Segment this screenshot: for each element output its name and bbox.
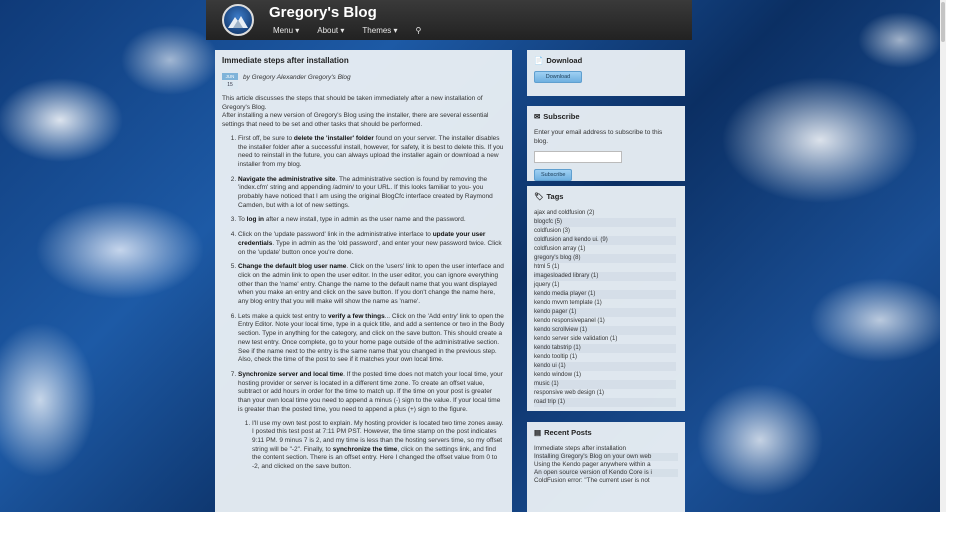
tag-item[interactable]: road trip (1) (534, 398, 676, 407)
tag-item[interactable]: kendo responsivepanel (1) (534, 317, 676, 326)
mountain-icon (228, 16, 248, 28)
post-meta: JUN 15 by Gregory Alexander Gregory's Bl… (222, 73, 505, 89)
step-text: Lets make a quick test entry to (238, 312, 328, 320)
sub-steps-list: I'll use my own test post to explain. My… (238, 420, 505, 472)
tag-list: ajax and coldfusion (2) blogcfc (5) cold… (534, 209, 678, 407)
date-month: JUN (222, 73, 238, 80)
nav-menu[interactable]: Menu ▾ (273, 26, 299, 35)
tag-item[interactable]: kendo window (1) (534, 371, 676, 380)
step-item: First off, be sure to delete the 'instal… (238, 135, 505, 170)
step-text: . Type in admin as the 'old password', a… (238, 239, 502, 256)
sub-step-item: I'll use my own test post to explain. My… (252, 420, 505, 472)
step-bold: delete the 'installer' folder (293, 134, 374, 142)
step-bold: synchronize the time (332, 445, 398, 453)
step-text: To (238, 216, 247, 224)
recent-post-link[interactable]: Using the Kendo pager anywhere within a (534, 461, 678, 469)
subscribe-title: ✉ Subscribe (534, 112, 678, 121)
recent-posts-title-text: Recent Posts (544, 428, 592, 437)
tag-item[interactable]: kendo tabstrip (1) (534, 344, 676, 353)
step-item: Navigate the administrative site. The ad… (238, 176, 505, 211)
scrollbar-thumb[interactable] (941, 2, 945, 42)
download-panel: 📄 Download Download (527, 50, 685, 96)
subscribe-button[interactable]: Subscribe (534, 169, 573, 182)
file-icon: 📄 (534, 56, 544, 65)
tag-item[interactable]: jquery (1) (534, 281, 676, 290)
tag-item[interactable]: kendo pager (1) (534, 308, 676, 317)
step-item: Lets make a quick test entry to verify a… (238, 313, 505, 365)
site-header: Gregory's Blog Menu ▾ About ▾ Themes ▾ ⚲ (206, 0, 692, 40)
download-title: 📄 Download (534, 56, 678, 65)
main-nav: Menu ▾ About ▾ Themes ▾ ⚲ (273, 26, 421, 35)
step-item: Synchronize server and local time. If th… (238, 371, 505, 472)
tag-item[interactable]: coldfusion array (1) (534, 245, 676, 254)
nav-about[interactable]: About ▾ (317, 26, 344, 35)
tag-item[interactable]: coldfusion and kendo ui. (9) (534, 236, 676, 245)
step-bold: Change the default blog user name (238, 263, 347, 271)
envelope-icon: ✉ (534, 112, 541, 121)
post-title[interactable]: Immediate steps after installation (222, 56, 505, 65)
tags-title: 🏷 Tags (534, 192, 678, 201)
recent-posts-list: Immediate steps after installation Insta… (534, 445, 678, 485)
tag-item[interactable]: kendo mvvm template (1) (534, 299, 676, 308)
nav-themes[interactable]: Themes ▾ (362, 26, 397, 35)
tag-item[interactable]: kendo scrollview (1) (534, 326, 676, 335)
site-logo[interactable] (222, 4, 254, 36)
list-icon: ▤ (534, 428, 542, 437)
tag-item[interactable]: kendo media player (1) (534, 290, 676, 299)
tag-item[interactable]: coldfusion (3) (534, 227, 676, 236)
step-bold: Synchronize server and local time (238, 370, 344, 378)
steps-list: First off, be sure to delete the 'instal… (222, 135, 505, 472)
tag-item[interactable]: responsive web design (1) (534, 389, 676, 398)
post-panel: Immediate steps after installation JUN 1… (215, 50, 512, 512)
tag-item[interactable]: ajax and coldfusion (2) (534, 209, 676, 218)
email-input[interactable] (534, 151, 622, 164)
download-title-text: Download (546, 56, 583, 65)
tags-title-text: Tags (546, 192, 564, 201)
tag-item[interactable]: kendo tooltip (1) (534, 353, 676, 362)
tag-item[interactable]: kendo server side validation (1) (534, 335, 676, 344)
site-title[interactable]: Gregory's Blog (269, 4, 377, 21)
tag-item[interactable]: blogcfc (5) (534, 218, 676, 227)
page-scrollbar[interactable] (940, 0, 946, 512)
tag-item[interactable]: kendo ui (1) (534, 362, 676, 371)
step-bold: verify a few things (327, 312, 385, 320)
step-bold: Navigate the administrative site (238, 175, 336, 183)
recent-post-link[interactable]: Immediate steps after installation (534, 445, 678, 453)
recent-post-link[interactable]: An open source version of Kendo Core is … (534, 469, 678, 477)
tag-item[interactable]: imagesloaded library (1) (534, 272, 676, 281)
step-text: First off, be sure to (238, 134, 294, 142)
search-icon[interactable]: ⚲ (416, 26, 422, 35)
tags-icon: 🏷 (534, 192, 544, 201)
step-item: Click on the 'update password' link in t… (238, 231, 505, 257)
step-bold: log in (246, 216, 265, 224)
tag-item[interactable]: gregory's blog (8) (534, 254, 676, 263)
step-text: after a new install, type in admin as th… (264, 216, 466, 224)
tags-panel: 🏷 Tags ajax and coldfusion (2) blogcfc (… (527, 186, 685, 411)
tag-item[interactable]: music (1) (534, 380, 676, 389)
date-day: 15 (222, 81, 238, 89)
recent-post-link[interactable]: Installing Gregory's Blog on your own we… (534, 453, 678, 461)
recent-posts-panel: ▤ Recent Posts Immediate steps after ins… (527, 422, 685, 512)
date-badge: JUN 15 (222, 73, 238, 89)
step-item: Change the default blog user name. Click… (238, 263, 505, 307)
step-text: Click on the 'update password' link in t… (238, 231, 433, 239)
post-byline: by Gregory Alexander Gregory's Blog (243, 74, 351, 81)
recent-posts-title: ▤ Recent Posts (534, 428, 678, 437)
post-intro-2: After installing a new version of Gregor… (222, 112, 489, 129)
download-button[interactable]: Download (534, 71, 582, 83)
subscribe-panel: ✉ Subscribe Enter your email address to … (527, 106, 685, 182)
step-item: To log in after a new install, type in a… (238, 216, 505, 225)
post-intro: This article discusses the steps that sh… (222, 95, 483, 111)
step-text: ... Click on the 'Add entry' link to ope… (238, 312, 505, 364)
tag-item[interactable]: html 5 (1) (534, 263, 676, 272)
subscribe-title-text: Subscribe (543, 112, 580, 121)
subscribe-text: Enter your email address to subscribe to… (534, 129, 663, 145)
recent-post-link[interactable]: ColdFusion error: "The current user is n… (534, 477, 678, 485)
